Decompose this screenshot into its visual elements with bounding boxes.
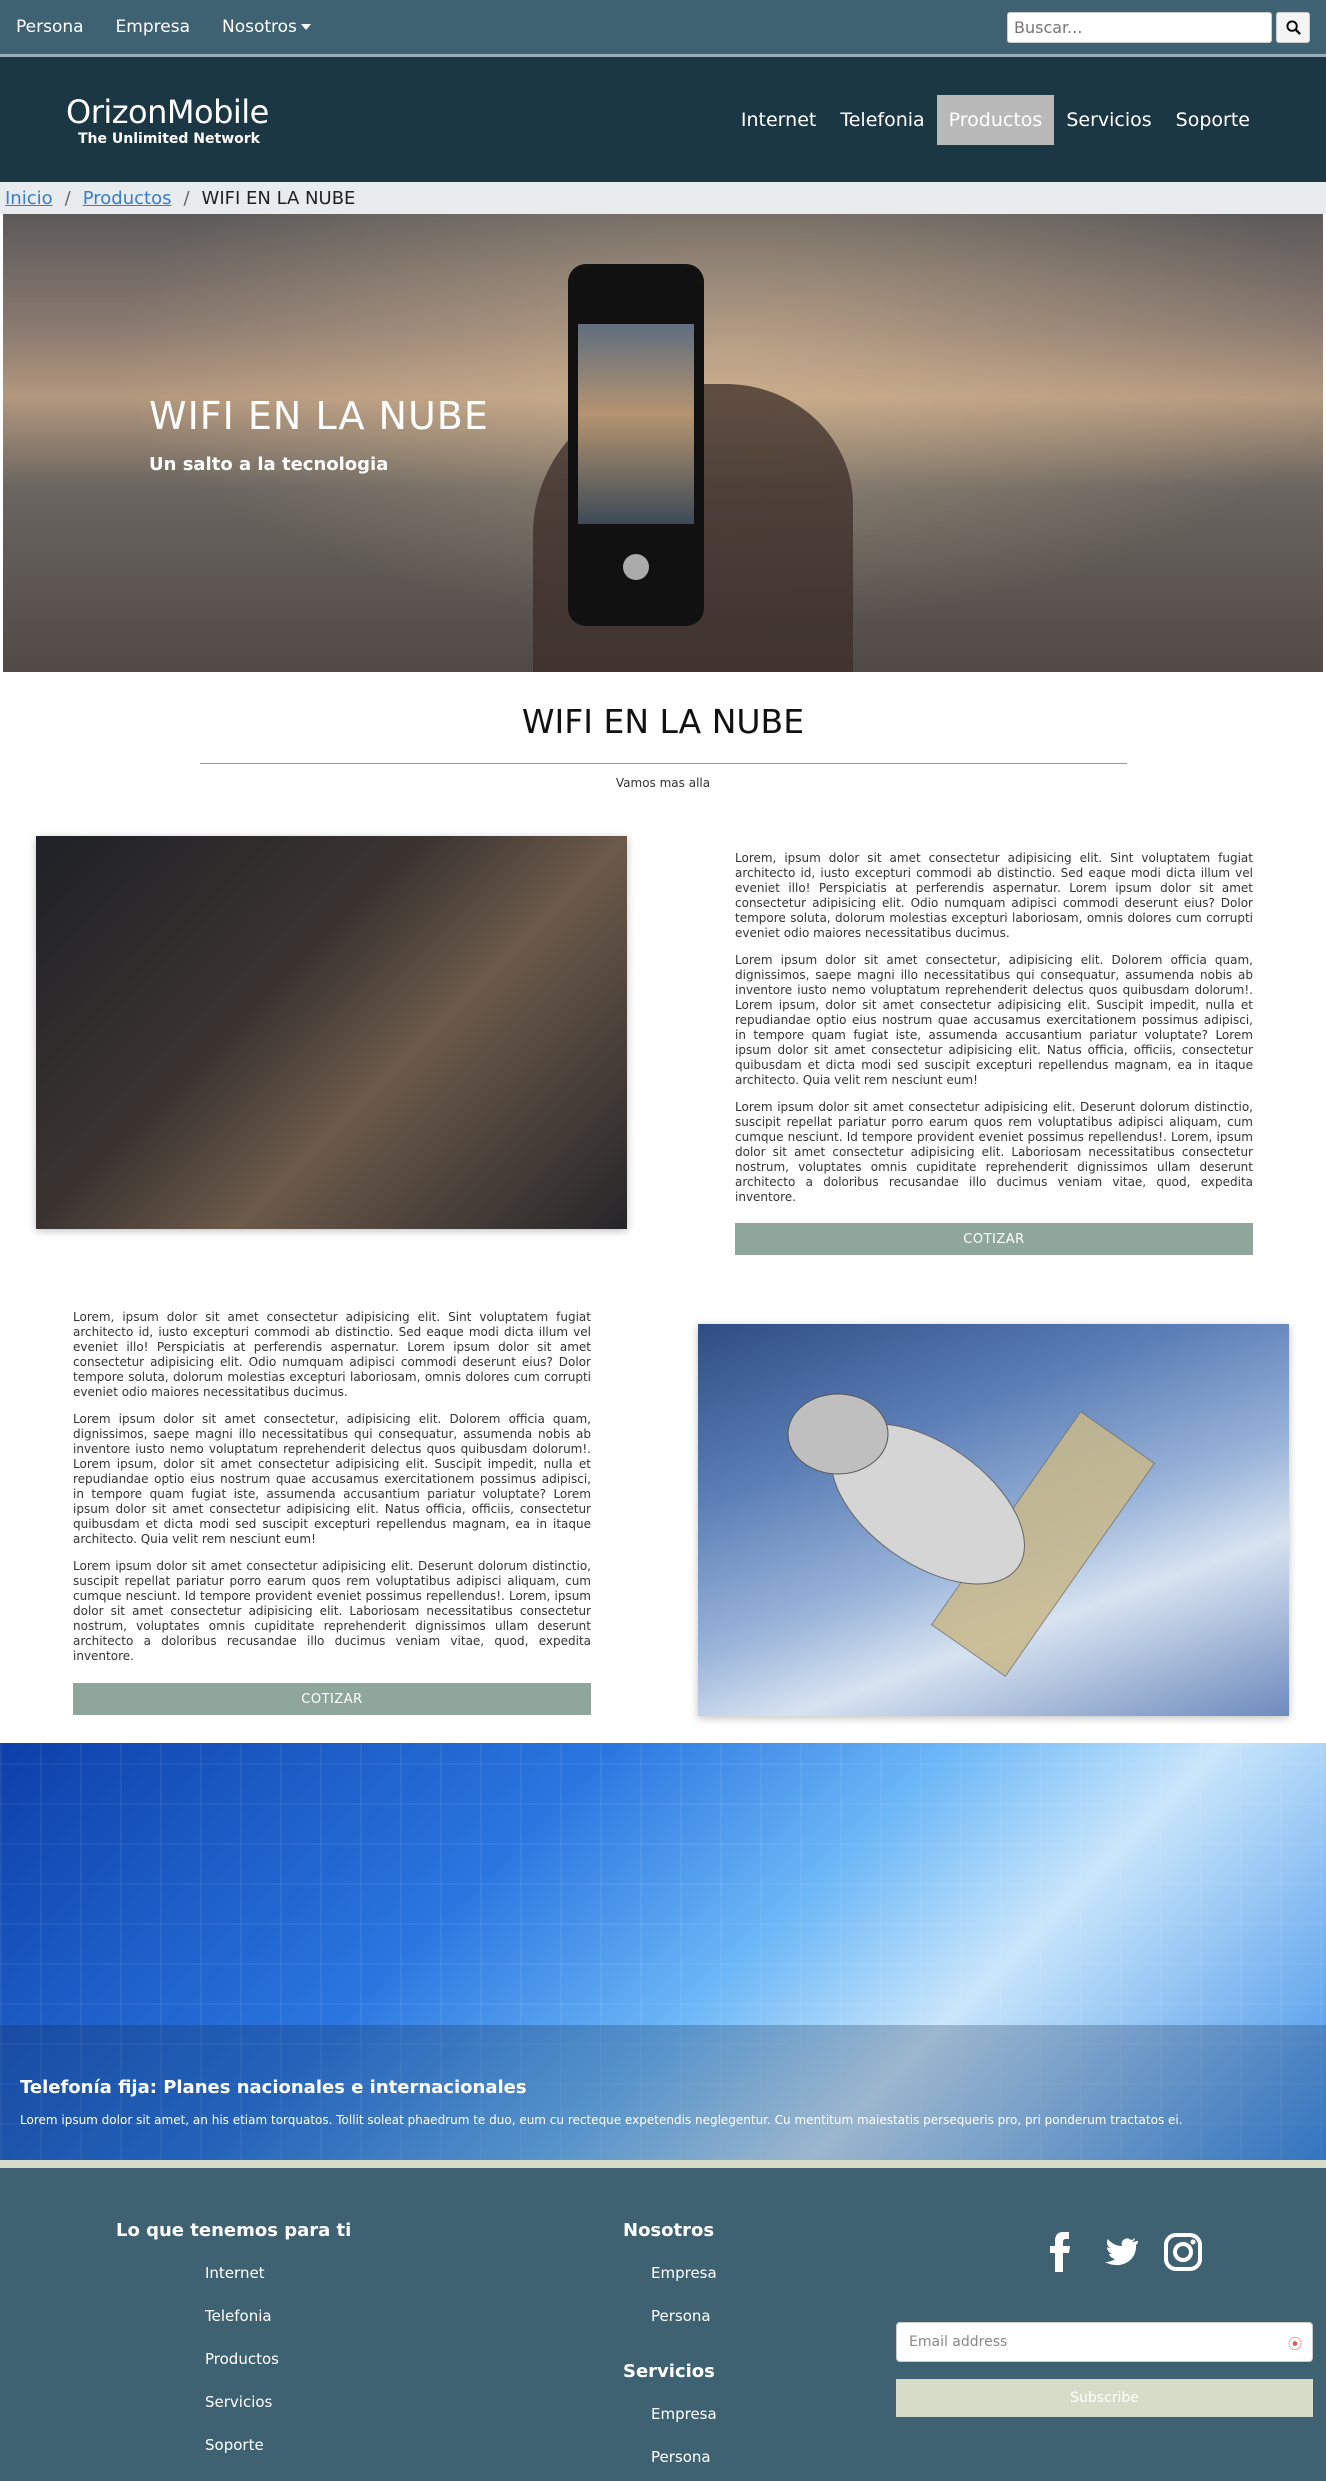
- footer-link-nosotros-persona[interactable]: Persona: [651, 2307, 711, 2325]
- block1-paragraph-2: Lorem ipsum dolor sit amet consectetur, …: [735, 953, 1253, 1087]
- block2-paragraph-2: Lorem ipsum dolor sit amet consectetur, …: [73, 1412, 591, 1546]
- footer-link-productos[interactable]: Productos: [205, 2350, 279, 2368]
- block2-paragraph-3: Lorem ipsum dolor sit amet consectetur a…: [73, 1559, 591, 1663]
- nav-internet[interactable]: Internet: [729, 95, 828, 145]
- breadcrumb-separator: /: [64, 187, 71, 209]
- email-input[interactable]: Email address ⦿: [896, 2322, 1313, 2362]
- footer-link-telefonia[interactable]: Telefonia: [205, 2307, 272, 2325]
- caret-down-icon: [300, 24, 311, 30]
- twitter-icon[interactable]: [1098, 2232, 1138, 2272]
- block2-text: Lorem, ipsum dolor sit amet consectetur …: [73, 1310, 591, 1676]
- brand-name: OrizonMobile: [66, 92, 269, 131]
- breadcrumb-products[interactable]: Productos: [83, 188, 172, 209]
- nav-soporte[interactable]: Soporte: [1164, 95, 1262, 145]
- hero-banner: WIFI EN LA NUBE Un salto a la tecnologia: [3, 214, 1323, 672]
- section-title: WIFI EN LA NUBE: [521, 702, 805, 741]
- footer-link-servicios-persona[interactable]: Persona: [651, 2448, 711, 2466]
- footer-link-internet[interactable]: Internet: [205, 2264, 265, 2282]
- search-icon: [1285, 19, 1301, 35]
- telefonia-banner: Telefonía fija: Planes nacionales e inte…: [0, 1743, 1326, 2165]
- search-input[interactable]: [1007, 11, 1272, 43]
- nosotros-label: Nosotros: [222, 17, 297, 37]
- search-form: [1007, 11, 1310, 43]
- subscribe-button[interactable]: Subscribe: [896, 2379, 1313, 2417]
- footer-col2-title: Nosotros: [623, 2220, 715, 2241]
- breadcrumb-home[interactable]: Inicio: [5, 188, 53, 209]
- top-link-persona[interactable]: Persona: [16, 17, 84, 37]
- section-subtitle: Vamos mas alla: [615, 776, 711, 790]
- breadcrumb: Inicio / Productos / WIFI EN LA NUBE: [0, 182, 1326, 214]
- main-header: OrizonMobile The Unlimited Network Inter…: [0, 57, 1326, 182]
- breadcrumb-current: WIFI EN LA NUBE: [201, 187, 356, 209]
- footer-link-soporte[interactable]: Soporte: [205, 2436, 264, 2454]
- nav-servicios[interactable]: Servicios: [1054, 95, 1163, 145]
- breadcrumb-separator: /: [183, 187, 190, 209]
- phones-image: [36, 836, 627, 1229]
- block2-paragraph-1: Lorem, ipsum dolor sit amet consectetur …: [73, 1310, 591, 1399]
- top-link-nosotros-dropdown[interactable]: Nosotros: [222, 17, 311, 37]
- top-bar: Persona Empresa Nosotros: [0, 0, 1326, 57]
- hero-subtitle: Un salto a la tecnologia: [149, 454, 389, 475]
- banner-text: Lorem ipsum dolor sit amet, an his etiam…: [20, 2113, 1183, 2127]
- section-divider: [199, 763, 1127, 764]
- main-nav: Internet Telefonia Productos Servicios S…: [729, 94, 1262, 145]
- footer-link-nosotros-empresa[interactable]: Empresa: [651, 2264, 717, 2282]
- top-link-empresa[interactable]: Empresa: [116, 17, 190, 37]
- search-button[interactable]: [1276, 11, 1310, 43]
- facebook-icon[interactable]: [1045, 2232, 1075, 2272]
- brand-logo[interactable]: OrizonMobile The Unlimited Network: [66, 93, 269, 147]
- footer-col1-title: Lo que tenemos para ti: [116, 2220, 352, 2241]
- hero-title: WIFI EN LA NUBE: [149, 394, 489, 438]
- email-placeholder: Email address: [909, 2334, 1008, 2350]
- block1-paragraph-1: Lorem, ipsum dolor sit amet consectetur …: [735, 851, 1253, 940]
- nav-telefonia[interactable]: Telefonia: [828, 95, 936, 145]
- footer-divider: [0, 2160, 1326, 2168]
- satellite-graphic: [787, 1393, 1156, 1677]
- footer: Lo que tenemos para ti Internet Telefoni…: [0, 2168, 1326, 2481]
- block1-text: Lorem, ipsum dolor sit amet consectetur …: [735, 851, 1253, 1217]
- footer-link-servicios[interactable]: Servicios: [205, 2393, 272, 2411]
- nav-productos[interactable]: Productos: [936, 94, 1055, 145]
- cotizar-button-2[interactable]: COTIZAR: [73, 1683, 591, 1715]
- brand-tagline: The Unlimited Network: [78, 130, 260, 147]
- footer-col3-title: Servicios: [623, 2361, 715, 2382]
- block1-paragraph-3: Lorem ipsum dolor sit amet consectetur a…: [735, 1100, 1253, 1204]
- phone-screen: [578, 324, 694, 524]
- footer-link-servicios-empresa[interactable]: Empresa: [651, 2405, 717, 2423]
- banner-title: Telefonía fija: Planes nacionales e inte…: [20, 2077, 527, 2098]
- top-links: Persona Empresa Nosotros: [16, 17, 311, 37]
- lock-icon: ⦿: [1288, 2337, 1302, 2353]
- cotizar-button-1[interactable]: COTIZAR: [735, 1223, 1253, 1255]
- instagram-icon[interactable]: [1163, 2232, 1203, 2272]
- phone-shutter-button: [623, 554, 649, 580]
- hero-phone-image: [568, 264, 704, 626]
- satellite-image: [698, 1324, 1289, 1716]
